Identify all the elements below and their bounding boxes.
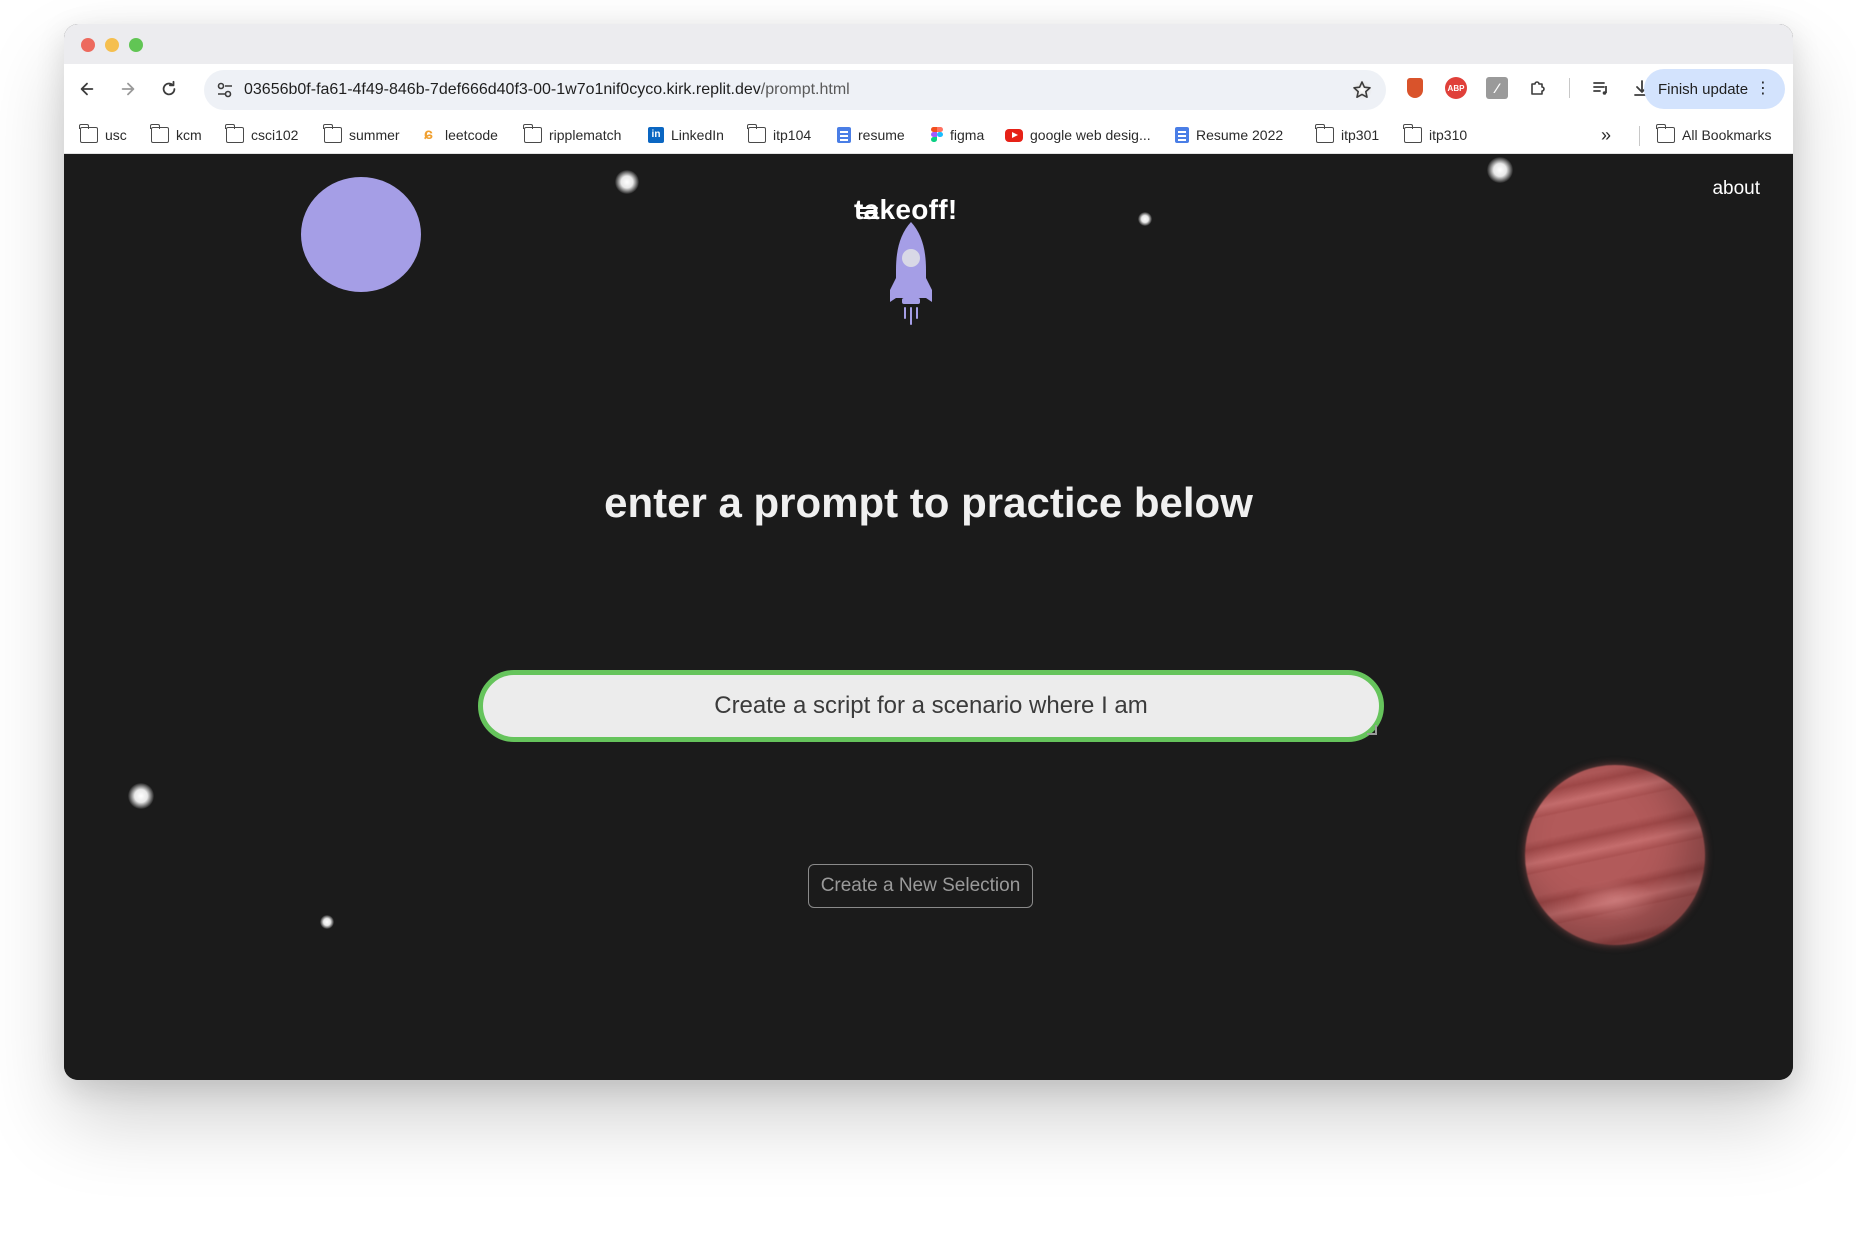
bookmark-figma[interactable]: figma xyxy=(931,124,984,146)
bookmark-label: leetcode xyxy=(445,127,498,143)
leetcode-icon: ɕ xyxy=(424,126,433,143)
folder-icon xyxy=(323,124,342,143)
bookmark-label: LinkedIn xyxy=(671,127,724,143)
folder-icon xyxy=(150,124,169,143)
adblock-icon[interactable]: ABP xyxy=(1445,77,1467,99)
youtube-icon xyxy=(1005,128,1023,142)
page-content: about takeoff! enter a prompt to practic… xyxy=(64,154,1793,1080)
title-bar xyxy=(64,24,1793,64)
bookmark-usc[interactable]: usc xyxy=(79,124,127,146)
finish-update-label: Finish update xyxy=(1658,80,1749,98)
bookmark-label: Resume 2022 xyxy=(1196,127,1284,143)
bookmark-summer[interactable]: summer xyxy=(323,124,400,146)
bookmark-leetcode[interactable]: ɕ leetcode xyxy=(424,124,498,146)
bookmark-itp310[interactable]: itp310 xyxy=(1403,124,1468,146)
star-decoration xyxy=(615,170,639,194)
bookmark-itp104[interactable]: itp104 xyxy=(747,124,812,146)
bookmark-resume-2022[interactable]: Resume 2022 xyxy=(1175,124,1283,146)
folder-icon xyxy=(1656,124,1675,143)
url-host: 03656b0f-fa61-4f49-846b-7def666d40f3-00-… xyxy=(244,81,761,98)
folder-icon xyxy=(225,124,244,143)
bookmarks-divider xyxy=(1639,126,1640,146)
bookmark-linkedin[interactable]: in LinkedIn xyxy=(648,124,724,146)
maximize-window-button[interactable] xyxy=(129,38,143,52)
doc-icon xyxy=(837,127,851,143)
reload-button[interactable] xyxy=(154,74,184,104)
bookmark-star-icon[interactable] xyxy=(1352,80,1372,100)
lavender-planet xyxy=(301,177,421,292)
url-path: /prompt.html xyxy=(760,81,850,98)
star-decoration xyxy=(1138,212,1152,226)
bookmark-csci102[interactable]: csci102 xyxy=(225,124,299,146)
star-decoration xyxy=(128,783,154,809)
forward-button[interactable] xyxy=(113,74,143,104)
bookmark-label: ripplematch xyxy=(549,127,622,143)
about-link[interactable]: about xyxy=(1712,178,1760,200)
site-settings-icon[interactable] xyxy=(216,81,234,99)
bookmark-ripplematch[interactable]: ripplematch xyxy=(523,124,622,146)
folder-icon xyxy=(1403,124,1422,143)
page-headline: enter a prompt to practice below xyxy=(604,479,1253,526)
star-decoration xyxy=(320,915,334,929)
folder-icon xyxy=(1315,124,1334,143)
arrow-right-icon xyxy=(121,82,135,96)
rocket-icon xyxy=(890,222,932,325)
minimize-window-button[interactable] xyxy=(105,38,119,52)
prompt-input-value: Create a script for a scenario where I a… xyxy=(714,692,1148,719)
browser-window: 03656b0f-fa61-4f49-846b-7def666d40f3-00-… xyxy=(64,24,1793,1080)
create-new-selection-button[interactable]: Create a New Selection xyxy=(808,864,1033,908)
bookmark-label: figma xyxy=(950,127,985,143)
prompt-input[interactable]: Create a script for a scenario where I a… xyxy=(478,670,1384,742)
url-text[interactable]: 03656b0f-fa61-4f49-846b-7def666d40f3-00-… xyxy=(244,81,850,99)
extension-slash-icon[interactable]: ⁄ xyxy=(1486,77,1508,99)
folder-icon xyxy=(523,124,542,143)
bookmark-label: itp310 xyxy=(1429,127,1468,143)
close-window-button[interactable] xyxy=(81,38,95,52)
reload-icon xyxy=(162,80,176,96)
address-bar[interactable]: 03656b0f-fa61-4f49-846b-7def666d40f3-00-… xyxy=(204,70,1386,110)
back-button[interactable] xyxy=(72,74,102,104)
all-bookmarks[interactable]: All Bookmarks xyxy=(1656,124,1772,146)
more-bookmarks-chevron-icon[interactable]: » xyxy=(1601,124,1611,146)
bookmarks-bar: usc kcm csci102 summer ɕ leetcode ripplem… xyxy=(64,114,1793,154)
bookmark-label: resume xyxy=(858,127,905,143)
bookmark-label: itp301 xyxy=(1341,127,1380,143)
bookmark-google-web-design[interactable]: google web desig... xyxy=(1005,124,1151,146)
bookmark-label: csci102 xyxy=(251,127,299,143)
bookmark-label: google web desig... xyxy=(1030,127,1151,143)
toolbar-divider xyxy=(1569,78,1570,98)
brave-shield-icon[interactable] xyxy=(1404,77,1426,99)
doc-icon xyxy=(1175,127,1189,143)
linkedin-icon: in xyxy=(648,127,664,143)
folder-icon xyxy=(79,124,98,143)
bookmark-label: itp104 xyxy=(773,127,812,143)
media-controls-icon[interactable] xyxy=(1590,77,1612,99)
bookmark-label: summer xyxy=(349,127,400,143)
star-decoration xyxy=(1487,157,1513,183)
bookmark-itp301[interactable]: itp301 xyxy=(1315,124,1380,146)
folder-icon xyxy=(747,124,766,143)
extensions-puzzle-icon[interactable] xyxy=(1527,77,1549,99)
browser-toolbar: 03656b0f-fa61-4f49-846b-7def666d40f3-00-… xyxy=(64,64,1793,114)
figma-icon xyxy=(931,127,943,143)
bookmark-kcm[interactable]: kcm xyxy=(150,124,202,146)
finish-update-button[interactable]: Finish update ⋮ xyxy=(1644,69,1785,109)
bookmark-label: usc xyxy=(105,127,127,143)
resize-handle-icon[interactable] xyxy=(1367,725,1377,735)
red-planet xyxy=(1525,765,1705,945)
bookmark-label: kcm xyxy=(176,127,202,143)
all-bookmarks-label: All Bookmarks xyxy=(1682,127,1772,143)
bookmark-resume[interactable]: resume xyxy=(837,124,905,146)
arrow-left-icon xyxy=(80,82,94,96)
kebab-menu-icon[interactable]: ⋮ xyxy=(1755,79,1771,99)
